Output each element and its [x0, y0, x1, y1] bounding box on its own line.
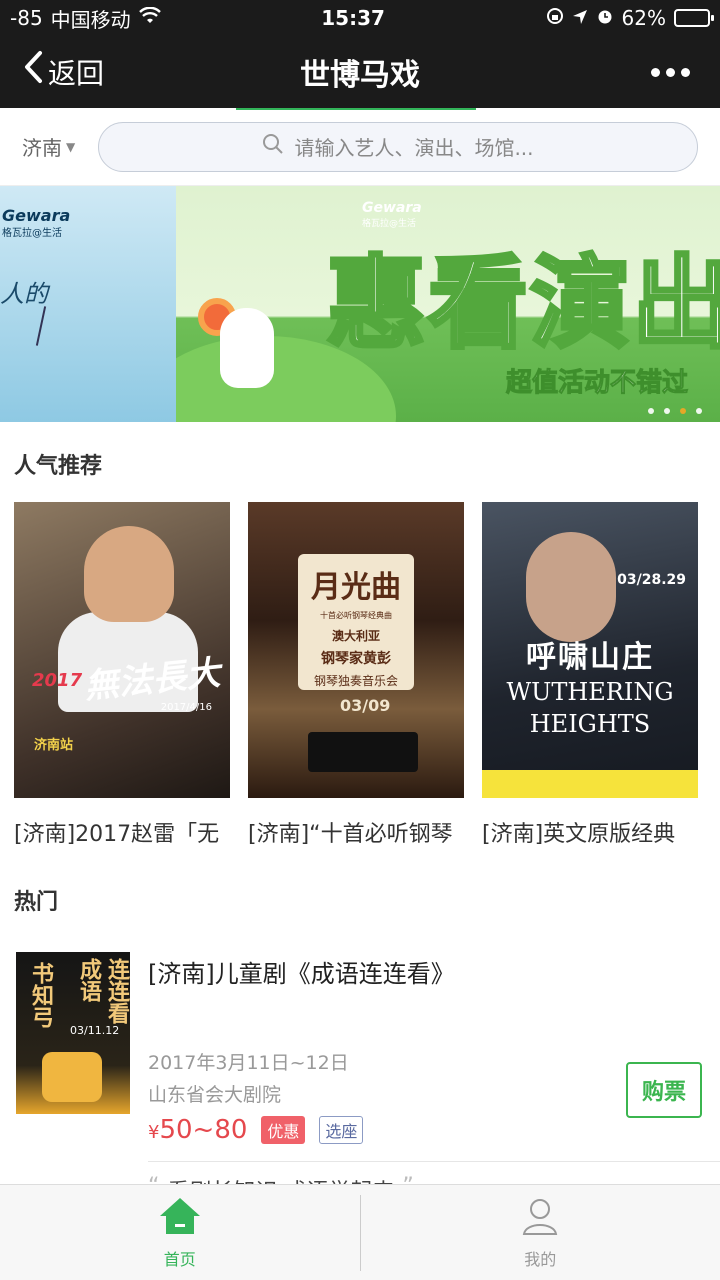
banner-brand-logo: Gewara — [2, 206, 71, 225]
discount-badge: 优惠 — [261, 1116, 306, 1144]
banner-brand-logo: Gewara — [362, 200, 422, 216]
show-name[interactable]: [济南]儿童剧《成语连连看》 — [148, 954, 704, 989]
poster-date: 03/28.29 — [617, 572, 686, 588]
tab-home[interactable]: 首页 — [0, 1185, 360, 1280]
rotation-lock-icon — [546, 6, 564, 30]
popular-list: 2017 無法長大 2017/4/16 济南站 [济南]2017赵雷「无 月光曲… — [0, 502, 720, 848]
show-poster[interactable]: 2017 無法長大 2017/4/16 济南站 — [14, 502, 230, 798]
poster-date: 2017/4/16 — [160, 702, 212, 713]
search-icon — [262, 133, 284, 160]
tab-home-label: 首页 — [163, 1249, 196, 1269]
search-row: 济南 ▼ 请输入艺人、演出、场馆... — [0, 108, 720, 186]
banner-carousel[interactable]: Gewara 格瓦拉@生活 人的 Gewara 格瓦拉@生活 惠看演出 超值活动… — [0, 186, 720, 422]
poster-text: 书知弓 — [28, 962, 53, 1028]
hot-list-item[interactable]: 书知弓 成语 连连看 03/11.12 [济南]儿童剧《成语连连看》 2017年… — [0, 952, 720, 1145]
more-dot-icon — [651, 67, 660, 77]
poster-headline: 呼啸山庄 — [526, 640, 654, 675]
poster-stripe — [482, 770, 698, 798]
search-placeholder: 请输入艺人、演出、场馆... — [294, 136, 534, 160]
price-value: 50~80 — [159, 1115, 248, 1145]
city-selector[interactable]: 济南 ▼ — [22, 132, 84, 161]
poster-text: 连连看 — [104, 958, 129, 1024]
back-label: 返回 — [48, 57, 105, 90]
signal-strength: -85 — [10, 6, 43, 30]
show-venue: 山东省会大剧院 — [148, 1084, 282, 1106]
back-button[interactable]: 返回 — [22, 36, 104, 108]
price-symbol: ¥ — [148, 1122, 160, 1143]
popular-card-title[interactable]: [济南]2017赵雷「无 — [14, 816, 230, 848]
piano-illustration — [308, 732, 418, 772]
carousel-dot — [648, 408, 654, 414]
page-title: 世博马戏 — [300, 58, 420, 93]
poster-line: 钢琴家黄彭 — [321, 651, 391, 667]
lamp-illustration — [42, 1052, 102, 1102]
price-row: ¥50~80 优惠 选座 — [148, 1115, 704, 1145]
location-icon — [572, 6, 588, 30]
show-poster[interactable]: 月光曲 十首必听钢琴经典曲 澳大利亚 钢琴家黄彭 钢琴独奏音乐会 03/09 — [248, 502, 464, 798]
poster-figure — [84, 526, 174, 622]
poster-year: 2017 — [32, 670, 83, 691]
more-dot-icon — [681, 67, 690, 77]
chevron-left-icon — [22, 50, 44, 91]
carrier-name: 中国移动 — [50, 7, 131, 32]
carousel-dot — [664, 408, 670, 414]
poster-title-panel: 呼啸山庄 WUTHERING HEIGHTS — [482, 632, 698, 740]
poster-line: 十首必听钢琴经典曲 — [320, 611, 392, 620]
show-price: ¥50~80 — [148, 1115, 247, 1145]
popular-section-title: 人气推荐 — [14, 454, 103, 479]
more-menu-button[interactable] — [651, 36, 690, 108]
poster-headline: 月光曲 — [311, 570, 401, 605]
banner-slide-prev[interactable]: Gewara 格瓦拉@生活 人的 — [0, 186, 176, 422]
status-time: 15:37 — [321, 6, 385, 30]
carousel-indicator — [648, 408, 702, 414]
battery-percent: 62% — [621, 6, 666, 30]
poster-date: 03/11.12 — [70, 1024, 120, 1037]
popular-card[interactable]: 2017 無法長大 2017/4/16 济南站 [济南]2017赵雷「无 — [14, 502, 230, 848]
search-input[interactable]: 请输入艺人、演出、场馆... — [98, 121, 698, 172]
user-icon — [520, 1196, 560, 1240]
banner-prev-text: 人的 — [0, 280, 48, 308]
battery-icon — [673, 9, 714, 27]
home-icon — [158, 1196, 202, 1240]
show-poster[interactable]: 03/28.29 呼啸山庄 WUTHERING HEIGHTS — [482, 502, 698, 798]
alarm-icon — [596, 6, 614, 30]
poster-en-line: WUTHERING — [506, 678, 674, 706]
poster-title-panel: 月光曲 十首必听钢琴经典曲 澳大利亚 钢琴家黄彭 钢琴独奏音乐会 — [298, 554, 414, 690]
poster-date: 03/09 — [340, 696, 391, 715]
popular-card[interactable]: 月光曲 十首必听钢琴经典曲 澳大利亚 钢琴家黄彭 钢琴独奏音乐会 03/09 [… — [248, 502, 464, 848]
more-dot-icon — [666, 67, 675, 77]
poster-en-line: HEIGHTS — [529, 710, 651, 738]
popular-card-title[interactable]: [济南]英文原版经典 — [482, 816, 698, 848]
tab-mine[interactable]: 我的 — [361, 1185, 720, 1280]
banner-decoration — [35, 306, 47, 346]
bottom-tab-bar: 首页 我的 — [0, 1184, 720, 1280]
hot-item-info: [济南]儿童剧《成语连连看》 2017年3月11日~12日 山东省会大剧院 ¥5… — [148, 952, 704, 1145]
popular-card[interactable]: 03/28.29 呼啸山庄 WUTHERING HEIGHTS [济南]英文原版… — [482, 502, 698, 848]
buy-ticket-button[interactable]: 购票 — [626, 1062, 702, 1118]
poster-city: 济南站 — [34, 738, 74, 753]
poster-line: 澳大利亚 — [331, 629, 380, 643]
show-date: 2017年3月11日~12日 — [148, 1052, 349, 1074]
popular-card-title[interactable]: [济南]“十首必听钢琴 — [248, 816, 464, 848]
poster-figure — [526, 532, 616, 642]
nav-bar: 返回 世博马戏 — [0, 36, 720, 108]
tab-mine-label: 我的 — [524, 1249, 557, 1269]
banner-slide-current[interactable]: Gewara 格瓦拉@生活 惠看演出 超值活动不错过 — [176, 186, 720, 422]
hot-section-title: 热门 — [14, 890, 59, 915]
banner-brand-sub: 格瓦拉@生活 — [2, 228, 62, 239]
bear-illustration — [220, 308, 274, 388]
banner-subline: 超值活动不错过 — [505, 368, 689, 399]
wifi-icon — [138, 6, 161, 30]
poster-line: 钢琴独奏音乐会 — [313, 674, 398, 688]
status-bar: -85 中国移动 15:37 62% — [0, 0, 720, 36]
caret-down-icon: ▼ — [66, 139, 76, 154]
show-poster[interactable]: 书知弓 成语 连连看 03/11.12 — [16, 952, 130, 1114]
carousel-dot-active — [680, 408, 686, 414]
banner-headline: 惠看演出 — [324, 243, 720, 364]
carousel-dot — [696, 408, 702, 414]
seat-select-badge: 选座 — [319, 1116, 364, 1144]
city-label: 济南 — [22, 136, 62, 160]
